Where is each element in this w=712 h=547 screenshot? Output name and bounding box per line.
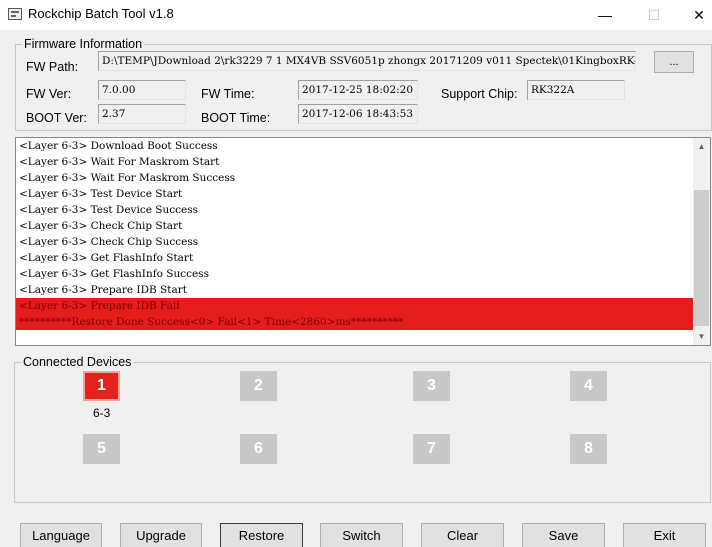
exit-button[interactable]: Exit bbox=[623, 523, 706, 547]
connected-devices-title: Connected Devices bbox=[21, 355, 134, 369]
log-line: <Layer 6-3> Test Device Start bbox=[19, 188, 183, 200]
fw-time-label: FW Time: bbox=[201, 87, 255, 101]
title-bar: Rockchip Batch Tool v1.8 — ☐ ✕ bbox=[0, 0, 712, 30]
log-lines: <Layer 6-3> Download Boot Success <Layer… bbox=[16, 138, 694, 330]
device-slot-6[interactable]: 6 bbox=[240, 434, 277, 464]
log-line: <Layer 6-3> Download Boot Success bbox=[19, 140, 218, 152]
device-slot-8[interactable]: 8 bbox=[570, 434, 607, 464]
log-line: <Layer 6-3> Get FlashInfo Success bbox=[19, 268, 209, 280]
log-list[interactable]: <Layer 6-3> Download Boot Success <Layer… bbox=[15, 137, 711, 346]
device-slot-2[interactable]: 2 bbox=[240, 371, 277, 401]
language-button[interactable]: Language bbox=[20, 523, 102, 547]
save-button[interactable]: Save bbox=[522, 523, 605, 547]
restore-button[interactable]: Restore bbox=[220, 523, 303, 547]
device-slot-3[interactable]: 3 bbox=[413, 371, 450, 401]
scroll-thumb[interactable] bbox=[694, 190, 709, 326]
log-line: <Layer 6-3> Prepare IDB Start bbox=[19, 284, 187, 296]
device-slot-4[interactable]: 4 bbox=[570, 371, 607, 401]
support-chip-label: Support Chip: bbox=[441, 87, 518, 101]
log-line: <Layer 6-3> Test Device Success bbox=[19, 204, 198, 216]
log-line: <Layer 6-3> Wait For Maskrom Start bbox=[19, 156, 220, 168]
fw-path-field[interactable]: D:\TEMP\JDownload 2\rk3229 7 1 MX4VB SSV… bbox=[98, 51, 636, 71]
device-slot-5[interactable]: 5 bbox=[83, 434, 120, 464]
log-line-error: <Layer 6-3> Prepare IDB Fail bbox=[16, 298, 694, 314]
browse-button[interactable]: ... bbox=[654, 51, 694, 73]
device-port-label: 6-3 bbox=[93, 406, 111, 420]
fw-ver-field: 7.0.00 bbox=[98, 80, 186, 100]
log-line: <Layer 6-3> Check Chip Success bbox=[19, 236, 199, 248]
boot-ver-field: 2.37 bbox=[98, 104, 186, 124]
boot-ver-label: BOOT Ver: bbox=[26, 111, 87, 125]
firmware-info-title: Firmware Information bbox=[22, 37, 145, 51]
app-icon bbox=[8, 8, 22, 20]
switch-button[interactable]: Switch bbox=[320, 523, 403, 547]
scroll-down-icon[interactable]: ▼ bbox=[693, 328, 710, 345]
window-title: Rockchip Batch Tool v1.8 bbox=[28, 6, 174, 21]
log-line: <Layer 6-3> Get FlashInfo Start bbox=[19, 252, 194, 264]
log-scrollbar[interactable]: ▲ ▼ bbox=[693, 138, 710, 345]
minimize-button[interactable]: — bbox=[582, 0, 628, 30]
upgrade-button[interactable]: Upgrade bbox=[120, 523, 202, 547]
support-chip-field: RK322A bbox=[527, 80, 625, 100]
device-slot-7[interactable]: 7 bbox=[413, 434, 450, 464]
maximize-button[interactable]: ☐ bbox=[631, 0, 677, 30]
clear-button[interactable]: Clear bbox=[421, 523, 504, 547]
log-line: <Layer 6-3> Check Chip Start bbox=[19, 220, 183, 232]
fw-time-field: 2017-12-25 18:02:20 bbox=[298, 80, 418, 100]
device-slot-1[interactable]: 1 bbox=[83, 371, 120, 401]
log-line-error: **********Restore Done Success<0> Fail<1… bbox=[16, 314, 694, 330]
boot-time-field: 2017-12-06 18:43:53 bbox=[298, 104, 418, 124]
fw-path-label: FW Path: bbox=[26, 60, 79, 74]
boot-time-label: BOOT Time: bbox=[201, 111, 271, 125]
log-line: <Layer 6-3> Wait For Maskrom Success bbox=[19, 172, 236, 184]
fw-ver-label: FW Ver: bbox=[26, 87, 72, 101]
scroll-up-icon[interactable]: ▲ bbox=[693, 138, 710, 155]
close-button[interactable]: ✕ bbox=[676, 0, 712, 30]
